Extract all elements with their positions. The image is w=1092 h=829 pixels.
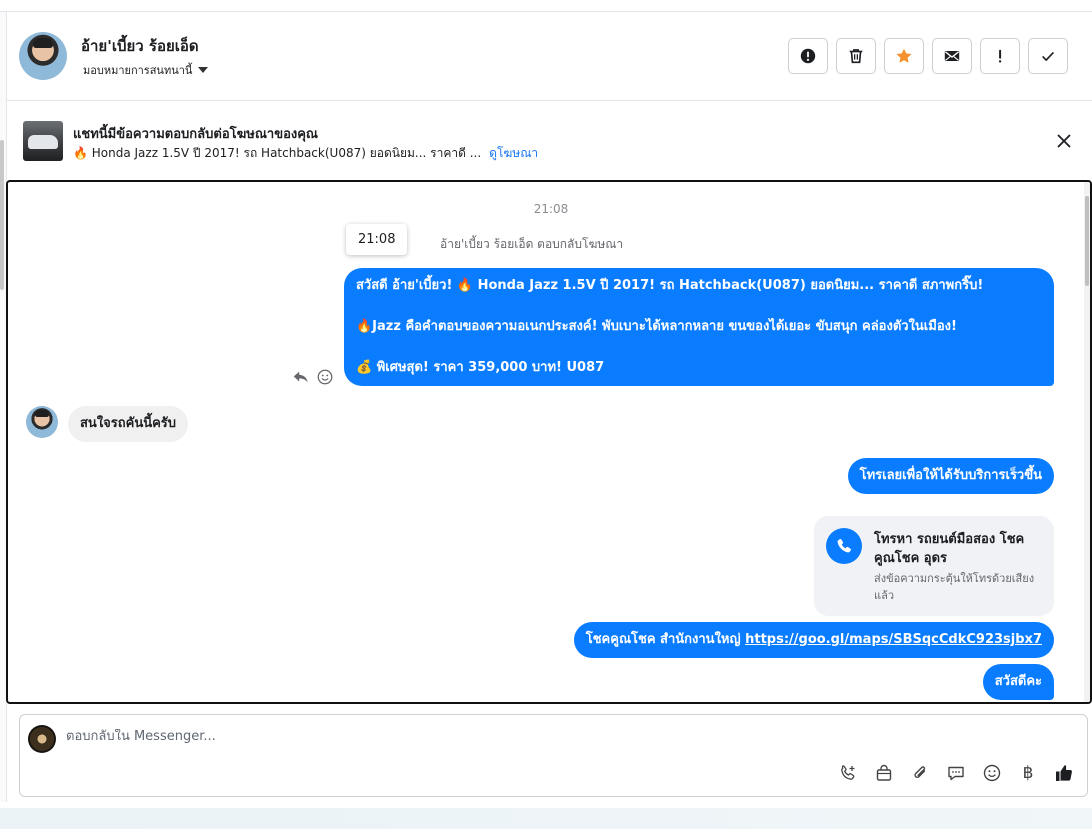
close-icon[interactable] [1054, 131, 1074, 151]
mark-unread-button[interactable] [932, 38, 972, 74]
location-prefix: โชคคูณโชค สำนักงานใหญ่ [585, 632, 746, 647]
sender-avatar[interactable] [26, 406, 58, 438]
react-emoji-icon[interactable] [316, 368, 334, 386]
ad-banner-title: แชทนี้มีข้อความตอบกลับต่อโฆษณาของคุณ [73, 127, 318, 142]
thumbs-up-icon[interactable] [1053, 762, 1075, 784]
call-card-title: โทรหา รถยนต์มือสอง โชคคูณโชค อุดร [874, 532, 1025, 566]
contact-avatar[interactable] [19, 32, 67, 80]
location-message-bubble[interactable]: โชคคูณโชค สำนักงานใหญ่ https://goo.gl/ma… [573, 622, 1054, 658]
star-icon [896, 48, 912, 63]
timestamp-tooltip: 21:08 [346, 224, 408, 255]
view-ad-link[interactable]: ดูโฆษณา [489, 144, 538, 163]
ad-reply-note: อ้าย'เบี้ยว ร้อยเอ็ด ตอบกลับโฆษณา [440, 237, 624, 251]
assign-conversation-dropdown[interactable]: มอบหมายการสนทนานี้ [83, 61, 209, 79]
message-thread[interactable]: 21:08 21:08 อ้าย'เบี้ยว ร้อยเอ็ด ตอบกลับ… [6, 180, 1092, 704]
greeting-message-bubble[interactable]: สวัสดีคะ [982, 664, 1054, 700]
ad-message-bubble[interactable]: สวัสดี อ้าย'เบี้ยว! 🔥 Honda Jazz 1.5V ปี… [344, 268, 1054, 386]
time-divider: 21:08 [533, 202, 569, 216]
conversation-header: อ้าย'เบี้ยว ร้อยเอ็ด มอบหมายการสนทนานี้ [7, 12, 1092, 101]
thread-scrollbar-thumb[interactable] [1085, 196, 1089, 286]
follow-up-button[interactable] [980, 38, 1020, 74]
reply-composer: ฿ [19, 714, 1088, 797]
star-button[interactable] [884, 38, 924, 74]
phone-icon [826, 528, 862, 564]
caret-down-icon [198, 67, 209, 73]
shopping-bag-icon[interactable] [873, 762, 895, 784]
message-tools [292, 368, 334, 386]
assign-conversation-label: มอบหมายการสนทนานี้ [83, 64, 193, 77]
contact-name[interactable]: อ้าย'เบี้ยว ร้อยเอ็ด [81, 34, 199, 58]
ad-banner-subtitle: 🔥 Honda Jazz 1.5V ปี 2017! รถ Hatchback(… [73, 144, 538, 163]
incoming-message-bubble[interactable]: สนใจรถคันนี้ครับ [68, 406, 189, 442]
ad-message-line-3: 💰 พิเศษสุด! ราคา 359,000 บาท! U087 [356, 360, 605, 375]
ad-message-line-1: สวัสดี อ้าย'เบี้ยว! 🔥 Honda Jazz 1.5V ปี… [356, 278, 984, 293]
map-link[interactable]: https://goo.gl/maps/SBSqcCdkC923sjbx7 [745, 632, 1042, 647]
ad-reply-banner: แชทนี้มีข้อความตอบกลับต่อโฆษณาของคุณ 🔥 H… [7, 101, 1092, 179]
call-card-subtitle: ส่งข้อความกระตุ้นให้โทรด้วยเสียงแล้ว [874, 572, 1035, 602]
delete-button[interactable] [836, 38, 876, 74]
paperclip-icon[interactable] [909, 762, 931, 784]
ad-thumbnail[interactable] [23, 121, 63, 161]
baht-symbol: ฿ [1022, 763, 1034, 783]
baht-icon[interactable]: ฿ [1017, 762, 1039, 784]
trash-icon [849, 49, 863, 64]
envelope-icon [944, 51, 960, 61]
thread-scrollbar[interactable] [1084, 182, 1090, 702]
emoji-icon[interactable] [981, 762, 1003, 784]
ad-message-line-2: 🔥Jazz คือคำตอบของความอเนกประสงค์! พับเบา… [356, 319, 957, 334]
window-top-strip [0, 0, 1092, 12]
exclamation-icon [998, 49, 1002, 63]
call-prompt-bubble[interactable]: โทรเลยเพื่อให้ได้รับบริการเร็วขึ้น [847, 458, 1054, 494]
reply-input[interactable] [66, 729, 966, 744]
page-avatar [28, 725, 56, 753]
call-request-card[interactable]: โทรหา รถยนต์มือสอง โชคคูณโชค อุดร ส่งข้อ… [814, 516, 1054, 616]
composer-tools: ฿ [837, 762, 1075, 784]
bottom-status-strip [0, 808, 1092, 829]
check-icon [1042, 51, 1054, 62]
mark-done-button[interactable] [1028, 38, 1068, 74]
reply-icon[interactable] [292, 368, 310, 386]
header-actions [788, 38, 1068, 74]
chat-bubble-icon[interactable] [945, 762, 967, 784]
alert-circle-icon [800, 48, 816, 64]
ad-text: 🔥 Honda Jazz 1.5V ปี 2017! รถ Hatchback(… [73, 146, 482, 160]
spam-button[interactable] [788, 38, 828, 74]
left-panel-scroll-nub[interactable] [0, 140, 4, 290]
phone-plus-icon[interactable] [837, 762, 859, 784]
